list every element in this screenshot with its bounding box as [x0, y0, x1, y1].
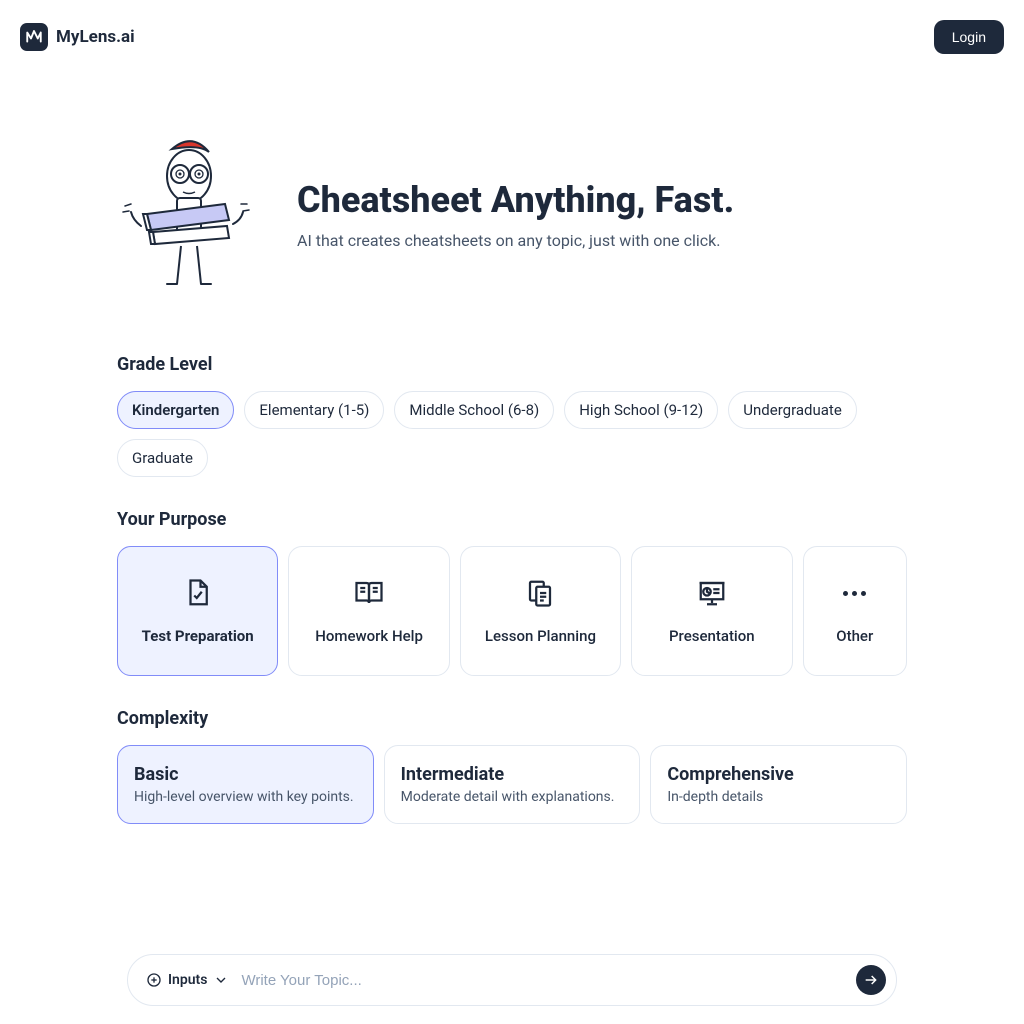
- document-check-icon: [182, 577, 214, 609]
- purpose-label: Your Purpose: [117, 509, 907, 530]
- purpose-label-text: Test Preparation: [142, 627, 254, 645]
- main-content: Cheatsheet Anything, Fast. AI that creat…: [117, 134, 907, 976]
- purpose-card-homework-help[interactable]: Homework Help: [288, 546, 449, 676]
- purpose-label-text: Other: [836, 627, 873, 645]
- grade-pill-high-school[interactable]: High School (9-12): [564, 391, 718, 429]
- submit-button[interactable]: [856, 965, 886, 995]
- complexity-card-basic[interactable]: Basic High-level overview with key point…: [117, 745, 374, 824]
- complexity-card-comprehensive[interactable]: Comprehensive In-depth details: [650, 745, 907, 824]
- grade-pill-middle-school[interactable]: Middle School (6-8): [394, 391, 554, 429]
- complexity-label: Complexity: [117, 708, 907, 729]
- arrow-right-icon: [863, 972, 879, 988]
- presentation-screen-icon: [696, 577, 728, 609]
- logo-mark-icon: [20, 23, 48, 51]
- grade-level-options: Kindergarten Elementary (1-5) Middle Sch…: [117, 391, 907, 477]
- topic-input[interactable]: [241, 972, 844, 989]
- header: MyLens.ai Login: [0, 0, 1024, 74]
- purpose-label-text: Presentation: [669, 627, 755, 645]
- purpose-card-test-preparation[interactable]: Test Preparation: [117, 546, 278, 676]
- dots-icon: [839, 577, 871, 609]
- inputs-label: Inputs: [168, 972, 207, 988]
- complexity-section: Complexity Basic High-level overview wit…: [117, 708, 907, 824]
- grade-pill-elementary[interactable]: Elementary (1-5): [244, 391, 384, 429]
- chevron-down-icon: [213, 972, 229, 988]
- hero-illustration: [117, 134, 267, 294]
- complexity-options: Basic High-level overview with key point…: [117, 745, 907, 824]
- purpose-options: Test Preparation Homework Help: [117, 546, 907, 676]
- grade-pill-graduate[interactable]: Graduate: [117, 439, 208, 477]
- login-button[interactable]: Login: [934, 20, 1004, 54]
- grade-level-label: Grade Level: [117, 354, 907, 375]
- purpose-card-lesson-planning[interactable]: Lesson Planning: [460, 546, 621, 676]
- purpose-label-text: Homework Help: [315, 627, 423, 645]
- input-bar: Inputs: [127, 954, 897, 1006]
- hero: Cheatsheet Anything, Fast. AI that creat…: [117, 134, 907, 294]
- inputs-dropdown-button[interactable]: Inputs: [146, 972, 229, 988]
- complexity-title: Comprehensive: [667, 764, 890, 785]
- purpose-label-text: Lesson Planning: [485, 627, 596, 645]
- complexity-title: Intermediate: [401, 764, 624, 785]
- logo-text: MyLens.ai: [56, 27, 135, 47]
- logo[interactable]: MyLens.ai: [20, 23, 135, 51]
- page-subtitle: AI that creates cheatsheets on any topic…: [297, 231, 734, 250]
- complexity-card-intermediate[interactable]: Intermediate Moderate detail with explan…: [384, 745, 641, 824]
- purpose-card-presentation[interactable]: Presentation: [631, 546, 792, 676]
- page-title: Cheatsheet Anything, Fast.: [297, 179, 734, 221]
- plus-circle-icon: [146, 972, 162, 988]
- complexity-desc: High-level overview with key points.: [134, 789, 357, 805]
- complexity-title: Basic: [134, 764, 357, 785]
- complexity-desc: In-depth details: [667, 789, 890, 805]
- purpose-section: Your Purpose Test Preparation: [117, 509, 907, 676]
- book-open-icon: [353, 577, 385, 609]
- grade-pill-undergraduate[interactable]: Undergraduate: [728, 391, 857, 429]
- grade-pill-kindergarten[interactable]: Kindergarten: [117, 391, 234, 429]
- grade-level-section: Grade Level Kindergarten Elementary (1-5…: [117, 354, 907, 477]
- complexity-desc: Moderate detail with explanations.: [401, 789, 624, 805]
- clipboard-document-icon: [524, 577, 556, 609]
- purpose-card-other[interactable]: Other: [803, 546, 908, 676]
- hero-text: Cheatsheet Anything, Fast. AI that creat…: [297, 179, 734, 250]
